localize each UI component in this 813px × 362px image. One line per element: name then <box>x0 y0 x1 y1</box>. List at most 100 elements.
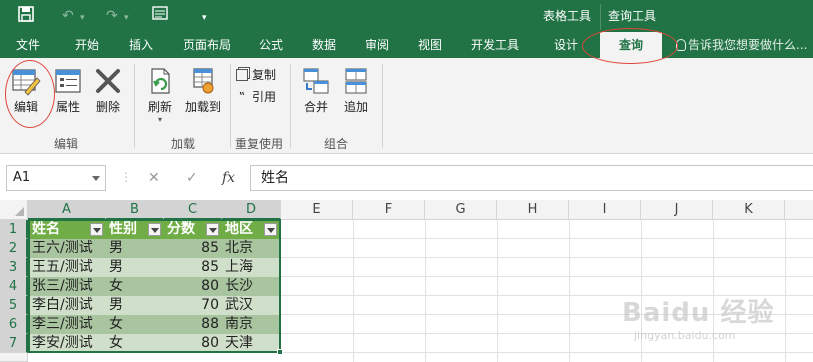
table-cell[interactable]: 女 <box>106 334 164 353</box>
table-cell[interactable]: 85 <box>164 258 222 277</box>
undo-dropdown-icon[interactable]: ▾ <box>80 8 85 28</box>
table-cell[interactable]: 男 <box>106 296 164 315</box>
refresh-dropdown-icon[interactable]: ▾ <box>142 115 178 124</box>
form-icon[interactable] <box>152 6 168 26</box>
table-cell[interactable]: 南京 <box>222 315 280 334</box>
load-to-button[interactable]: 加载到 <box>182 66 224 115</box>
table-cell[interactable]: 天津 <box>222 334 280 353</box>
delete-button[interactable]: 删除 <box>90 66 126 115</box>
table-cell[interactable]: 85 <box>164 239 222 258</box>
column-header-j[interactable]: J <box>641 200 713 220</box>
table-cell[interactable]: 王六/测试 <box>29 239 106 258</box>
fill-handle[interactable] <box>277 349 283 355</box>
append-label: 追加 <box>343 100 368 114</box>
tab-page-layout[interactable]: 页面布局 <box>172 32 242 58</box>
delete-x-icon <box>96 69 120 93</box>
tab-file[interactable]: 文件 <box>6 32 50 58</box>
table-cell[interactable]: 李三/测试 <box>29 315 106 334</box>
redo-dropdown-icon[interactable]: ▾ <box>124 8 129 28</box>
load-to-icon <box>193 68 214 94</box>
row-header-7[interactable]: 7 <box>0 334 28 353</box>
gridline <box>713 220 714 362</box>
copy-button[interactable]: 复制 <box>236 66 276 83</box>
tab-insert[interactable]: 插入 <box>118 32 164 58</box>
select-all-button[interactable] <box>0 200 28 220</box>
properties-label: 属性 <box>55 100 80 114</box>
column-header-i[interactable]: I <box>569 200 641 220</box>
redo-icon[interactable]: ↷ <box>106 6 118 26</box>
row-header-3[interactable]: 3 <box>0 258 28 277</box>
column-header-h[interactable]: H <box>497 200 569 220</box>
table-cell[interactable]: 上海 <box>222 258 280 277</box>
save-icon[interactable] <box>18 6 34 28</box>
table-cell[interactable]: 武汉 <box>222 296 280 315</box>
table-cell[interactable]: 李白/测试 <box>29 296 106 315</box>
formula-bar-grip-icon[interactable]: ⋮ <box>120 170 132 184</box>
table-cell[interactable]: 李安/测试 <box>29 334 106 353</box>
table-cell[interactable]: 80 <box>164 277 222 296</box>
tell-me-box[interactable]: 告诉我您想要做什么... <box>676 32 807 58</box>
name-box[interactable]: A1 <box>6 165 106 191</box>
filter-dropdown-icon[interactable] <box>90 223 103 236</box>
table-cell[interactable]: 男 <box>106 239 164 258</box>
table-cell[interactable]: 女 <box>106 315 164 334</box>
column-header-partial[interactable] <box>785 200 813 220</box>
reuse-group-label: 重复使用 <box>234 137 283 151</box>
formula-bar: A1 ⋮ ✕ ✓ fx 姓名 <box>0 160 813 198</box>
append-icon <box>345 68 367 94</box>
table-cell[interactable]: 男 <box>106 258 164 277</box>
filter-dropdown-icon[interactable] <box>148 223 161 236</box>
context-separator <box>600 4 601 30</box>
row-header-6[interactable]: 6 <box>0 315 28 334</box>
refresh-icon <box>151 68 170 94</box>
load-to-label: 加载到 <box>184 100 221 114</box>
row-header-8[interactable] <box>0 353 28 362</box>
tab-developer[interactable]: 开发工具 <box>462 32 528 58</box>
row-header-2[interactable]: 2 <box>0 239 28 258</box>
merge-button[interactable]: 合并 <box>298 66 334 115</box>
column-header-d[interactable]: D <box>222 200 281 220</box>
edit-button[interactable]: 编辑 <box>6 66 46 115</box>
column-header-a[interactable]: A <box>28 200 106 220</box>
filter-dropdown-icon[interactable] <box>264 223 277 236</box>
column-header-b[interactable]: B <box>106 200 164 220</box>
tab-data[interactable]: 数据 <box>302 32 346 58</box>
tab-view[interactable]: 视图 <box>408 32 452 58</box>
reference-button[interactable]: ‟ 引用 <box>236 88 276 105</box>
filter-dropdown-icon[interactable] <box>206 223 219 236</box>
row-header-5[interactable]: 5 <box>0 296 28 315</box>
enter-check-icon[interactable]: ✓ <box>186 165 198 191</box>
table-cell[interactable]: 张三/测试 <box>29 277 106 296</box>
undo-icon[interactable]: ↶ <box>62 6 74 26</box>
table-cell[interactable]: 70 <box>164 296 222 315</box>
column-header-e[interactable]: E <box>281 200 353 220</box>
gridline <box>353 220 354 362</box>
merge-icon <box>303 68 329 94</box>
tab-home[interactable]: 开始 <box>64 32 110 58</box>
customize-toolbar-icon[interactable]: ▾ <box>202 8 207 28</box>
tab-design[interactable]: 设计 <box>542 32 590 58</box>
column-header-k[interactable]: K <box>713 200 785 220</box>
table-cell[interactable]: 80 <box>164 334 222 353</box>
table-cell[interactable]: 长沙 <box>222 277 280 296</box>
column-header-f[interactable]: F <box>353 200 425 220</box>
refresh-button[interactable]: 刷新 ▾ <box>142 66 178 124</box>
formula-input[interactable]: 姓名 <box>250 165 813 191</box>
worksheet-grid[interactable]: A B C D E F G H I J K 1 2 3 4 5 6 7 姓名 性… <box>0 200 813 362</box>
tab-query[interactable]: 查询 <box>600 32 662 58</box>
tab-review[interactable]: 审阅 <box>356 32 398 58</box>
table-cell[interactable]: 88 <box>164 315 222 334</box>
insert-function-button[interactable]: fx <box>222 165 235 191</box>
table-cell[interactable]: 女 <box>106 277 164 296</box>
row-header-4[interactable]: 4 <box>0 277 28 296</box>
table-cell[interactable]: 王五/测试 <box>29 258 106 277</box>
column-header-c[interactable]: C <box>164 200 222 220</box>
column-header-g[interactable]: G <box>425 200 497 220</box>
row-header-1[interactable]: 1 <box>0 220 28 239</box>
tab-formulas[interactable]: 公式 <box>250 32 292 58</box>
append-button[interactable]: 追加 <box>338 66 374 115</box>
properties-button[interactable]: 属性 <box>50 66 86 115</box>
name-box-dropdown-icon[interactable] <box>92 176 100 181</box>
table-cell[interactable]: 北京 <box>222 239 280 258</box>
cancel-icon[interactable]: ✕ <box>148 165 160 191</box>
